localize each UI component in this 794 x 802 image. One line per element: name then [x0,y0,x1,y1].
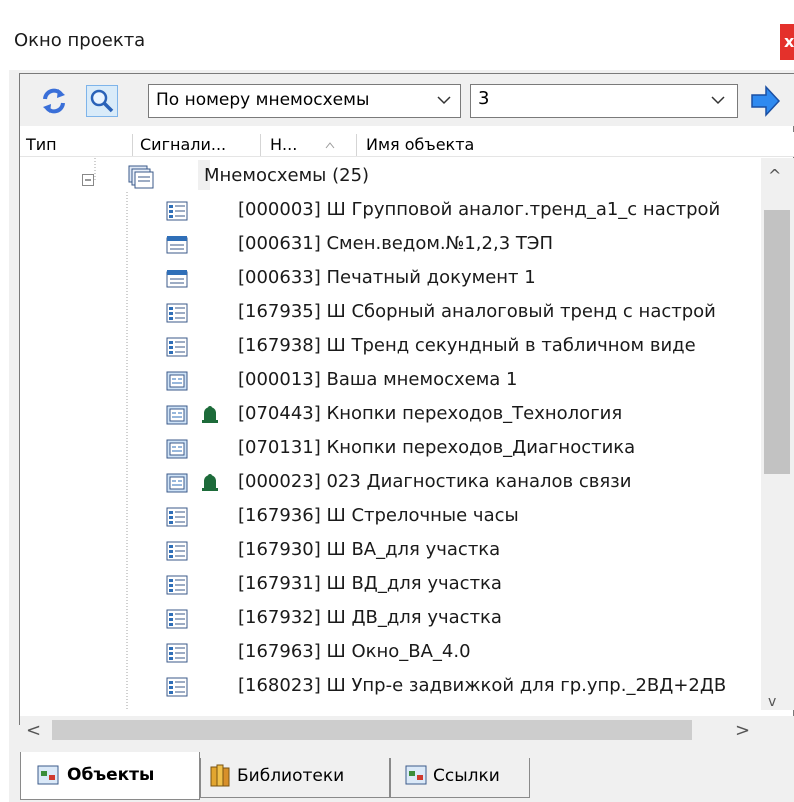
search-button[interactable] [86,85,118,117]
tab-libraries-label: Библиотеки [237,766,345,786]
tree-item[interactable]: [000013] Ваша мнемосхема 1 [20,364,761,398]
column-divider[interactable] [132,134,133,156]
mnemo-icon [166,473,188,493]
links-icon [405,765,427,785]
objects-icon [37,765,59,785]
tree-item[interactable]: [167936] Ш Стрелочные часы [20,500,761,534]
tab-links-label: Ссылки [433,766,500,786]
document-icon [166,270,188,288]
column-type[interactable]: Тип [26,134,57,156]
tree-item[interactable]: [000003] Ш Групповой аналог.тренд_а1_с н… [20,194,761,228]
search-mode-value: По номеру мнемосхемы [156,90,370,110]
tree-item-label: [070131] Кнопки переходов_Диагностика [238,437,636,458]
library-books-icon [210,764,230,787]
tree-item[interactable]: [167938] Ш Тренд секундный в табличном в… [20,330,761,364]
search-value-select[interactable] [470,84,738,118]
scroll-down-icon[interactable]: v [768,694,776,710]
tree-item-label: [167935] Ш Сборный аналоговый тренд с на… [238,301,716,322]
collapse-icon[interactable] [82,174,94,186]
trend-icon [166,575,188,595]
refresh-button[interactable] [38,85,70,117]
alarm-bell-icon [202,406,218,423]
tree-item-label: [000003] Ш Групповой аналог.тренд_а1_с н… [238,199,721,220]
column-signal[interactable]: Сигнали... [140,134,226,156]
tree-item-label: [000633] Печатный документ 1 [238,267,536,288]
close-button[interactable]: x [780,24,794,60]
tree-item[interactable]: [168023] Ш Упр-е задвижкой для гр.упр._2… [20,670,761,704]
alarm-bell-icon [202,474,218,491]
column-number[interactable]: Н... [270,134,297,156]
trend-icon [166,507,188,527]
scroll-right-icon[interactable]: > [735,720,750,741]
tree-item-label: [167930] Ш ВА_для участка [238,539,501,560]
window-title: Окно проекта [14,30,146,51]
scroll-left-icon[interactable]: < [26,720,41,741]
go-button[interactable] [746,82,784,120]
column-divider[interactable] [356,134,357,156]
trend-icon [166,201,188,221]
tree-item-label: [167936] Ш Стрелочные часы [238,505,519,526]
column-divider[interactable] [260,134,261,156]
trend-icon [166,609,188,629]
sort-ascending-icon [325,142,335,149]
trend-icon [166,643,188,663]
tab-links[interactable]: Ссылки [390,758,530,798]
tree-item[interactable]: [000631] Смен.ведом.№1,2,3 ТЭП [20,228,761,262]
tree-item[interactable]: [070131] Кнопки переходов_Диагностика [20,432,761,466]
refresh-icon [43,88,65,114]
tab-objects-label: Объекты [67,765,155,785]
tree-item[interactable]: [167930] Ш ВА_для участка [20,534,761,568]
tree-item[interactable]: [167935] Ш Сборный аналоговый тренд с на… [20,296,761,330]
tree-root-label: Мнемосхемы (25) [204,165,370,186]
tree-item[interactable]: [000023] 023 Диагностика каналов связи [20,466,761,500]
tree-item[interactable]: [167963] Ш Окно_ВА_4.0 [20,636,761,670]
arrow-right-icon [751,85,781,117]
tab-libraries[interactable]: Библиотеки [200,758,390,798]
mnemo-icon [166,405,188,425]
search-value: 3 [478,88,490,109]
tree-item-label: [167931] Ш ВД_для участка [238,573,502,594]
chevron-down-icon[interactable] [436,92,452,108]
tree-item-label: [168023] Ш Упр-е задвижкой для гр.упр._2… [238,675,727,696]
tree-item-label: [000013] Ваша мнемосхема 1 [238,369,518,390]
folder-stack-icon [128,165,154,189]
tree-item[interactable]: [070443] Кнопки переходов_Технология [20,398,761,432]
scroll-up-icon[interactable]: ^ [768,166,781,185]
object-tree[interactable]: Мнемосхемы (25) [000003] Ш Групповой ана… [20,158,761,710]
tree-item-label: [167932] Ш ДВ_для участка [238,607,502,628]
tree-item-label: [167938] Ш Тренд секундный в табличном в… [238,335,696,356]
mnemo-icon [166,371,188,391]
tab-objects[interactable]: Объекты [20,752,200,800]
search-icon [90,89,114,113]
trend-icon [166,303,188,323]
tree-item-label: [000023] 023 Диагностика каналов связи [238,471,632,492]
chevron-down-icon[interactable] [710,92,726,108]
document-icon [166,236,188,254]
vertical-scroll-thumb[interactable] [764,210,790,474]
column-object-name[interactable]: Имя объекта [366,134,474,156]
trend-icon [166,677,188,697]
tree-item[interactable]: [167932] Ш ДВ_для участка [20,602,761,636]
horizontal-scroll-thumb[interactable] [52,720,692,740]
tree-item[interactable]: [167931] Ш ВД_для участка [20,568,761,602]
tree-item-label: [000631] Смен.ведом.№1,2,3 ТЭП [238,233,553,254]
trend-icon [166,337,188,357]
tree-root-row[interactable]: Мнемосхемы (25) [20,160,761,194]
trend-icon [166,541,188,561]
tree-item[interactable]: [000633] Печатный документ 1 [20,262,761,296]
tree-item-label: [167963] Ш Окно_ВА_4.0 [238,641,471,662]
tree-item-label: [070443] Кнопки переходов_Технология [238,403,623,424]
mnemo-icon [166,439,188,459]
